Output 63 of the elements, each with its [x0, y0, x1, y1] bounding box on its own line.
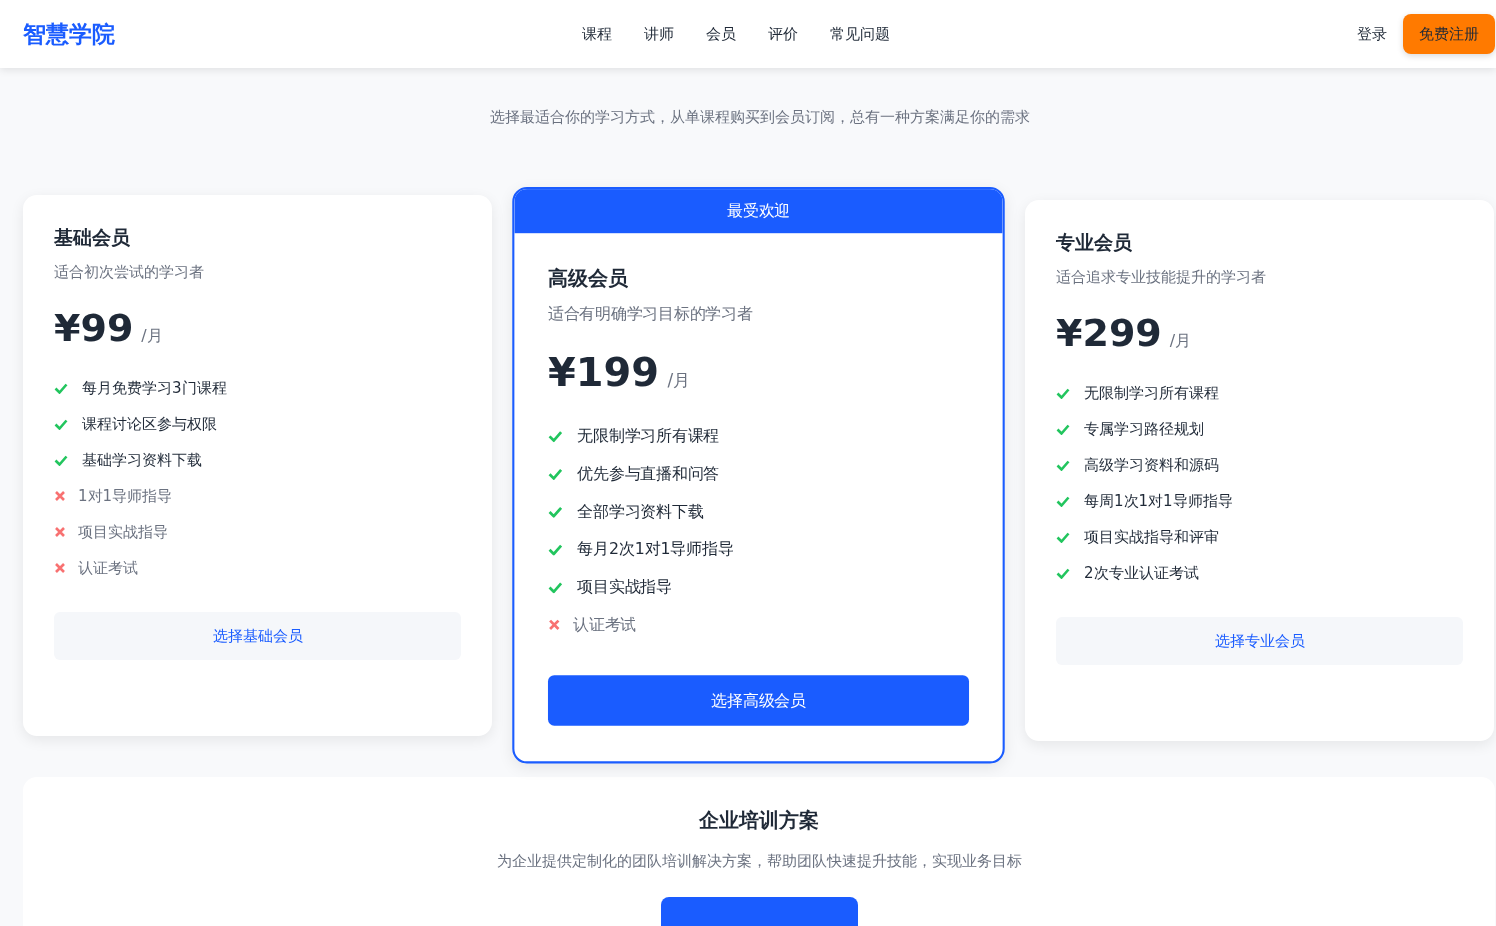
cross-icon: [548, 618, 561, 632]
check-icon: [1056, 459, 1070, 471]
plan-name: 高级会员: [548, 264, 629, 291]
plan-price: ¥299: [1056, 311, 1162, 355]
feature-text: 课程讨论区参与权限: [82, 414, 217, 434]
signup-button[interactable]: 免费注册: [1403, 14, 1495, 54]
select-plan-button[interactable]: 选择专业会员: [1056, 617, 1463, 665]
check-icon: [1056, 495, 1070, 507]
check-icon: [1056, 387, 1070, 399]
feature-text: 1对1导师指导: [78, 486, 173, 506]
nav-link[interactable]: 课程: [582, 24, 612, 44]
price-period: /月: [667, 370, 690, 393]
feature-text: 高级学习资料和源码: [1084, 455, 1219, 475]
feature-text: 每周1次1对1导师指导: [1084, 491, 1233, 511]
cross-icon: [54, 490, 66, 502]
check-icon: [54, 382, 68, 394]
price-period: /月: [1169, 331, 1192, 352]
site-logo[interactable]: 智慧学院: [23, 18, 115, 50]
feature-text: 项目实战指导和评审: [1084, 527, 1219, 547]
plan-name: 专业会员: [1056, 230, 1133, 255]
nav-link[interactable]: 会员: [706, 24, 736, 44]
check-icon: [1056, 567, 1070, 579]
plan-description: 适合追求专业技能提升的学习者: [1056, 268, 1267, 287]
check-icon: [54, 454, 68, 466]
plan-description: 适合初次尝试的学习者: [54, 263, 205, 282]
feature-text: 项目实战指导: [577, 577, 672, 598]
feature-text: 认证考试: [573, 614, 637, 635]
enterprise-title: 企业培训方案: [698, 807, 820, 834]
feature-text: 每月2次1对1导师指导: [577, 539, 734, 560]
enterprise-description: 为企业提供定制化的团队培训解决方案，帮助团队快速提升技能，实现业务目标: [495, 852, 1023, 871]
check-icon: [548, 467, 563, 480]
check-icon: [548, 505, 563, 518]
feature-text: 项目实战指导: [78, 522, 168, 542]
check-icon: [548, 430, 563, 442]
feature-text: 认证考试: [78, 558, 138, 578]
plan-price: ¥99: [54, 306, 134, 350]
select-plan-button[interactable]: 选择高级会员: [548, 675, 970, 726]
cross-icon: [54, 526, 66, 538]
feature-text: 无限制学习所有课程: [577, 425, 720, 446]
login-link[interactable]: 登录: [1357, 24, 1387, 44]
nav-link[interactable]: 评价: [768, 24, 798, 44]
select-plan-button[interactable]: 选择基础会员: [54, 612, 461, 660]
check-icon: [1056, 423, 1070, 435]
feature-text: 2次专业认证考试: [1084, 563, 1199, 583]
feature-text: 全部学习资料下载: [577, 501, 704, 522]
feature-text: 每月免费学习3门课程: [82, 378, 227, 398]
plan-description: 适合有明确学习目标的学习者: [548, 304, 754, 325]
price-period: /月: [141, 326, 163, 347]
feature-text: 专属学习路径规划: [1084, 419, 1204, 439]
section-subtitle: 选择最适合你的学习方式，从单课程购买到会员订阅，总有一种方案满足你的需求: [488, 108, 1031, 127]
feature-text: 优先参与直播和问答: [577, 463, 720, 484]
plan-name: 基础会员: [54, 225, 131, 250]
check-icon: [54, 418, 68, 430]
popular-banner: 最受欢迎: [514, 189, 1003, 234]
cross-icon: [54, 562, 66, 574]
plan-price: ¥199: [548, 349, 660, 396]
check-icon: [548, 581, 563, 593]
feature-text: 无限制学习所有课程: [1084, 383, 1219, 403]
check-icon: [548, 543, 563, 556]
nav-link[interactable]: 讲师: [644, 24, 674, 44]
check-icon: [1056, 531, 1070, 543]
feature-text: 基础学习资料下载: [82, 450, 202, 470]
nav-link[interactable]: 常见问题: [830, 24, 890, 44]
